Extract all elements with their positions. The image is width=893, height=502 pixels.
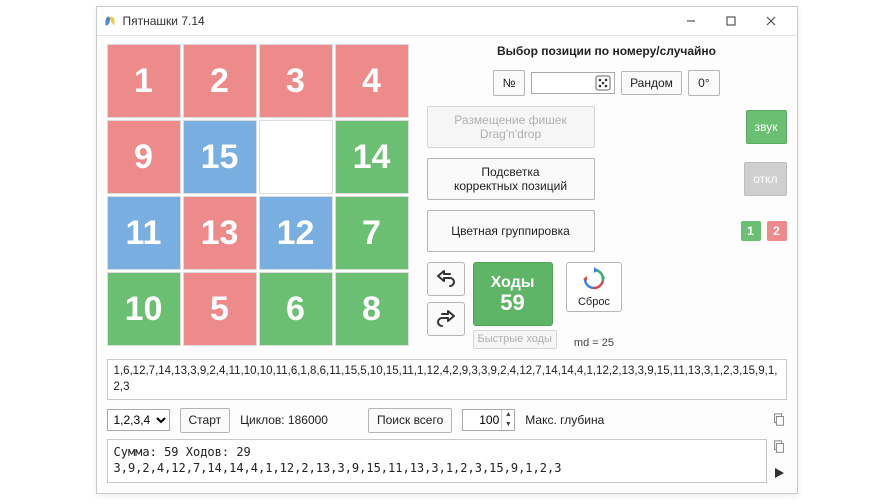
- play-result-icon[interactable]: [771, 465, 787, 481]
- tile-15[interactable]: 15: [183, 120, 257, 194]
- tile-11[interactable]: 11: [107, 196, 181, 270]
- start-button[interactable]: Старт: [180, 408, 231, 432]
- tile-14[interactable]: 14: [335, 120, 409, 194]
- depth-label: Макс. глубина: [525, 413, 604, 427]
- app-window: Пятнашки 7.14 123491514111312710568 Выбо…: [96, 6, 798, 494]
- random-button[interactable]: Рандом: [621, 71, 682, 95]
- result-line-1: Сумма: 59 Ходов: 29: [114, 444, 760, 460]
- copy-top-icon[interactable]: [771, 412, 787, 428]
- tile-2[interactable]: 2: [183, 44, 257, 118]
- group-badge-1[interactable]: 1: [741, 221, 761, 241]
- undo-button[interactable]: [427, 262, 465, 296]
- game-board: 123491514111312710568: [107, 44, 409, 346]
- depth-up-icon[interactable]: ▲: [502, 410, 514, 420]
- highlight-button[interactable]: Подсветка корректных позиций: [427, 158, 595, 200]
- tile-3[interactable]: 3: [259, 44, 333, 118]
- tile-empty: [259, 120, 333, 194]
- color-group-button[interactable]: Цветная группировка: [427, 210, 595, 252]
- md-label: md = 25: [574, 337, 614, 349]
- tile-5[interactable]: 5: [183, 272, 257, 346]
- tile-6[interactable]: 6: [259, 272, 333, 346]
- result-line-2: 3,9,2,4,12,7,14,14,4,1,12,2,13,3,9,15,11…: [114, 460, 760, 476]
- tile-1[interactable]: 1: [107, 44, 181, 118]
- window-close-button[interactable]: [751, 7, 791, 35]
- window-minimize-button[interactable]: [671, 7, 711, 35]
- off-button[interactable]: откл: [744, 162, 786, 196]
- depth-down-icon[interactable]: ▼: [502, 420, 514, 430]
- search-all-button[interactable]: Поиск всего: [368, 408, 452, 432]
- tile-8[interactable]: 8: [335, 272, 409, 346]
- tile-12[interactable]: 12: [259, 196, 333, 270]
- depth-spinner[interactable]: ▲ ▼: [462, 409, 515, 431]
- window-title: Пятнашки 7.14: [123, 14, 205, 28]
- position-heading: Выбор позиции по номеру/случайно: [427, 44, 787, 58]
- tile-7[interactable]: 7: [335, 196, 409, 270]
- number-label-button[interactable]: №: [493, 70, 525, 96]
- content-area: 123491514111312710568 Выбор позиции по н…: [97, 36, 797, 493]
- group-badge-2[interactable]: 2: [767, 221, 787, 241]
- fast-moves-button[interactable]: Быстрые ходы: [473, 330, 557, 349]
- tile-4[interactable]: 4: [335, 44, 409, 118]
- result-box: Сумма: 59 Ходов: 29 3,9,2,4,12,7,14,14,4…: [107, 439, 767, 483]
- tile-10[interactable]: 10: [107, 272, 181, 346]
- order-select[interactable]: 1,2,3,4: [107, 409, 170, 431]
- dragndrop-button[interactable]: Размещение фишек Drag'n'drop: [427, 106, 595, 148]
- reset-button[interactable]: Сброс: [566, 262, 622, 312]
- reset-label: Сброс: [578, 296, 610, 308]
- reset-icon: [581, 267, 607, 294]
- window-maximize-button[interactable]: [711, 7, 751, 35]
- sequence-box: 1,6,12,7,14,13,3,9,2,4,11,10,10,11,6,1,8…: [107, 359, 787, 400]
- redo-button[interactable]: [427, 302, 465, 336]
- side-panel: Выбор позиции по номеру/случайно № Рандо…: [427, 44, 787, 349]
- rotate-button[interactable]: 0°: [688, 70, 720, 96]
- depth-input[interactable]: [463, 410, 501, 430]
- cycles-label: Циклов: 186000: [240, 413, 328, 427]
- copy-result-icon[interactable]: [771, 439, 787, 455]
- moves-count: 59: [500, 292, 524, 314]
- moves-counter-button[interactable]: Ходы 59: [473, 262, 553, 326]
- app-icon: [103, 14, 117, 28]
- tile-13[interactable]: 13: [183, 196, 257, 270]
- controls-row: 1,2,3,4 Старт Циклов: 186000 Поиск всего…: [107, 408, 787, 432]
- titlebar: Пятнашки 7.14: [97, 7, 797, 36]
- sound-button[interactable]: звук: [746, 110, 787, 144]
- tile-9[interactable]: 9: [107, 120, 181, 194]
- dice-icon[interactable]: [595, 75, 611, 94]
